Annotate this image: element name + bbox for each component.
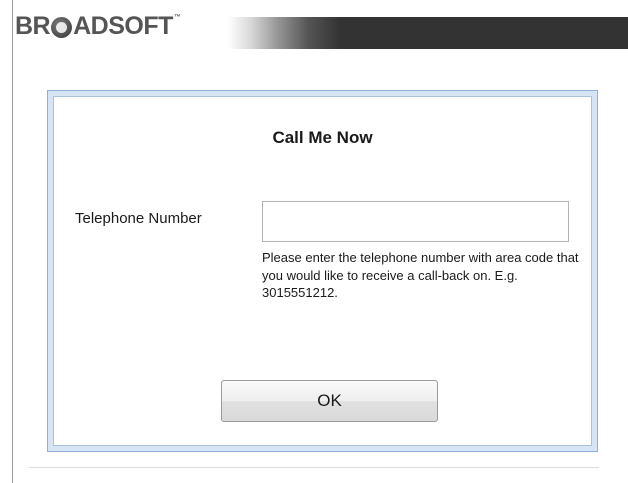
logo-text-end: ADSOFT — [73, 12, 173, 40]
dialog-title: Call Me Now — [272, 128, 373, 147]
header: BR ADSOFT ™ — [13, 9, 628, 49]
telephone-help-text: Please enter the telephone number with a… — [262, 250, 579, 300]
telephone-number-input[interactable] — [262, 201, 569, 242]
globe-icon — [51, 17, 73, 38]
page-left-rule — [12, 0, 13, 483]
trademark-mark: ™ — [173, 14, 181, 21]
broadsoft-logo: BR ADSOFT ™ — [15, 12, 181, 41]
ok-button[interactable]: OK — [221, 380, 438, 422]
call-me-now-dialog: Call Me Now Telephone Number Please ente… — [47, 90, 598, 452]
telephone-number-label: Telephone Number — [75, 210, 202, 227]
content-bottom-rule — [29, 467, 599, 468]
header-gradient-bar — [228, 17, 628, 49]
logo-text-start: BR — [15, 12, 51, 40]
dialog-content: Call Me Now Telephone Number Please ente… — [53, 96, 592, 446]
